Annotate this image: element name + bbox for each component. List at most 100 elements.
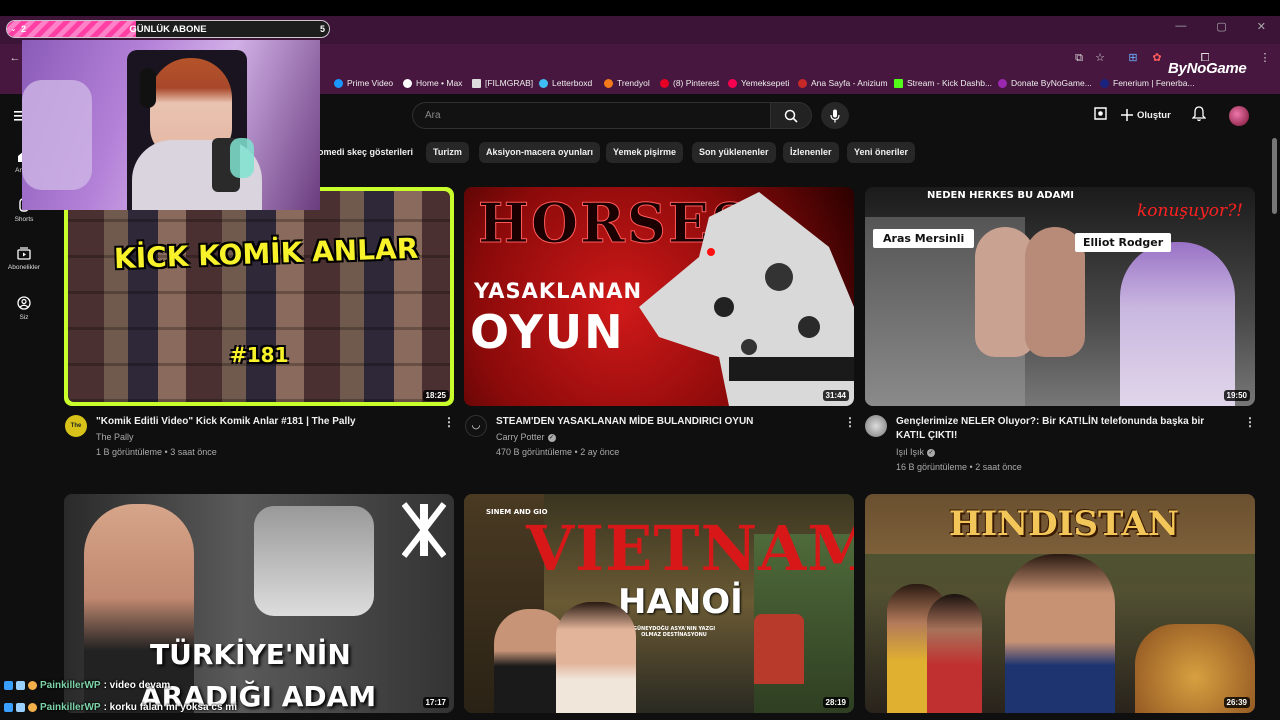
video-meta: 470 B görüntüleme • 2 ay önce (496, 447, 620, 457)
bookmark-favicon-icon (660, 78, 669, 88)
video-thumbnail[interactable]: HORSES YASAKLANAN OYUN 31:44 (464, 187, 854, 406)
chip-cooking[interactable]: Yemek pişirme (606, 142, 684, 163)
back-arrow-icon[interactable]: ← (8, 51, 22, 65)
more-options-icon[interactable]: ⋮ (1244, 415, 1256, 429)
verified-check-icon: ✓ (547, 433, 556, 442)
thumbnail-title-text: VIETNAM (526, 512, 854, 585)
search-icon (784, 109, 798, 123)
chip-recently-uploaded[interactable]: Son yüklenenler (692, 142, 776, 163)
bookmark-favicon-icon (403, 78, 412, 88)
bookmark-item[interactable]: Letterboxd (539, 76, 592, 90)
bookmark-favicon-icon (998, 78, 1007, 88)
page-scrollbar[interactable] (1272, 138, 1277, 214)
search-input[interactable]: Ara (412, 102, 770, 129)
video-duration: 17:17 (422, 697, 449, 708)
chat-text: : video devam (103, 680, 171, 691)
headphones-icon (140, 68, 156, 108)
thumbnail-title-text: TÜRKİYE'NİN (150, 638, 351, 671)
more-options-icon[interactable]: ⋮ (844, 415, 856, 429)
channel-avatar[interactable]: The (65, 415, 87, 437)
video-title[interactable]: Gençlerimize NELER Oluyor?: Bir KAT!LİN … (896, 415, 1236, 443)
video-meta: 16 B görüntüleme • 2 saat önce (896, 462, 1022, 472)
bookmark-label: Letterboxd (552, 78, 593, 88)
bookmark-item[interactable]: Fenerium | Fenerba... (1100, 76, 1195, 90)
install-icon[interactable]: ⧉ (1072, 51, 1086, 65)
extension-icon[interactable]: ✿ (1150, 51, 1164, 65)
streamer-webcam (22, 40, 320, 210)
bookmark-item[interactable]: (8) Pinterest (660, 76, 719, 90)
channel-avatar[interactable]: ◡ (465, 415, 487, 437)
video-duration: 19:50 (1223, 390, 1250, 401)
close-icon[interactable]: ✕ (1257, 20, 1266, 33)
translate-icon[interactable]: ⊞ (1126, 51, 1140, 65)
bookmark-label: Donate ByNoGame... (1011, 78, 1092, 88)
thumbnail-person-right (556, 602, 636, 713)
thumbnail-sub-text: OYUN (470, 305, 625, 359)
video-title[interactable]: STEAM'DEN YASAKLANAN MİDE BULANDIRICI OY… (496, 415, 836, 429)
bookmark-item[interactable]: Yemeksepeti (728, 76, 789, 90)
bookmark-star-icon[interactable]: ☆ (1093, 51, 1107, 65)
chip-new-to-you[interactable]: Yeni öneriler (847, 142, 916, 163)
microphone-icon (830, 109, 840, 122)
bookmark-favicon-icon (472, 78, 481, 88)
bookmark-item[interactable]: Home • Max (403, 76, 462, 90)
subscriber-goal-target: 5 (319, 24, 325, 34)
window-controls: — ▢ ✕ (1175, 20, 1266, 33)
chip-comedy[interactable]: omedi skeç gösterileri (318, 142, 420, 163)
channel-avatar[interactable] (865, 415, 887, 437)
video-title[interactable]: "Komik Editli Video" Kick Komik Anlar #1… (96, 415, 436, 429)
nav-you[interactable]: Siz (0, 296, 48, 321)
video-thumbnail[interactable]: NEDEN HERKES BU ADAMI konuşuyor?! Aras M… (865, 187, 1255, 406)
video-duration: 28:19 (822, 697, 849, 708)
bookmark-item[interactable]: [FILMGRAB] (472, 76, 533, 90)
verified-check-icon: ✓ (927, 448, 936, 457)
thumbnail-train (754, 614, 804, 684)
bookmark-favicon-icon (894, 78, 903, 88)
bynogame-logo: ByNoGame (1168, 60, 1247, 77)
video-thumbnail[interactable]: HINDISTAN 26:39 (865, 494, 1255, 713)
bookmark-item[interactable]: Trendyol (604, 76, 650, 90)
os-top-bar (0, 0, 1280, 16)
chat-badge-icon (28, 681, 37, 690)
voice-search-button[interactable] (821, 102, 849, 129)
bookmark-item[interactable]: Donate ByNoGame... (998, 76, 1092, 90)
thumbnail-man-photo (254, 506, 374, 616)
search-button[interactable] (770, 102, 812, 129)
browser-menu-icon[interactable]: ⋮ (1258, 51, 1272, 65)
bookmark-label: Stream - Kick Dashb... (907, 78, 993, 88)
bookmark-label: (8) Pinterest (673, 78, 720, 88)
subscriptions-icon (17, 247, 31, 260)
subscriber-goal-title: GÜNLÜK ABONE (129, 24, 207, 35)
channel-name[interactable]: The Pally (96, 432, 134, 442)
channel-name[interactable]: Işıl Işık ✓ (896, 447, 936, 457)
chat-badge-icon (16, 703, 25, 712)
bookmark-label: Trendyol (617, 78, 650, 88)
create-button[interactable]: Oluştur (1115, 104, 1177, 126)
bookmark-item[interactable]: Ana Sayfa - Anizium (798, 76, 888, 90)
thumbnail-sub-text: konuşuyor?! (1137, 201, 1244, 221)
nav-subscriptions[interactable]: Abonelikler (0, 247, 48, 271)
maximize-icon[interactable]: ▢ (1216, 20, 1226, 33)
cast-icon[interactable] (1093, 107, 1108, 125)
video-thumbnail[interactable]: SINEM AND GIO VIETNAM HANOİ GÜNEYDOĞU AS… (464, 494, 854, 713)
chip-action-adventure[interactable]: Aksiyon-macera oyunları (479, 142, 601, 163)
video-duration: 18:25 (422, 390, 449, 401)
bookmark-item[interactable]: Stream - Kick Dashb... (894, 76, 992, 90)
channel-name[interactable]: Carry Potter ✓ (496, 432, 556, 442)
video-thumbnail[interactable]: KİCK KOMİK ANLAR #181 18:25 (64, 187, 454, 406)
notifications-bell-icon[interactable] (1191, 106, 1207, 127)
bookmark-label: Home • Max (416, 78, 463, 88)
chat-message: PainkillerWP : korku falan mı yoksa cs m… (4, 702, 237, 713)
bookmark-favicon-icon (798, 78, 807, 88)
profile-icon (17, 296, 31, 310)
thumbnail-grid-overlay (68, 191, 450, 402)
bookmark-item[interactable]: Prime Video (334, 76, 393, 90)
account-avatar[interactable] (1229, 106, 1249, 126)
chip-watched[interactable]: İzlenenler (783, 142, 839, 163)
thumbnail-title-text: NEDEN HERKES BU ADAMI (927, 190, 1075, 201)
more-options-icon[interactable]: ⋮ (443, 415, 455, 429)
minimize-icon[interactable]: — (1175, 20, 1186, 33)
chip-tourism[interactable]: Turizm (426, 142, 469, 163)
chat-message: PainkillerWP : video devam (4, 680, 170, 691)
bookmark-label: Yemeksepeti (741, 78, 790, 88)
